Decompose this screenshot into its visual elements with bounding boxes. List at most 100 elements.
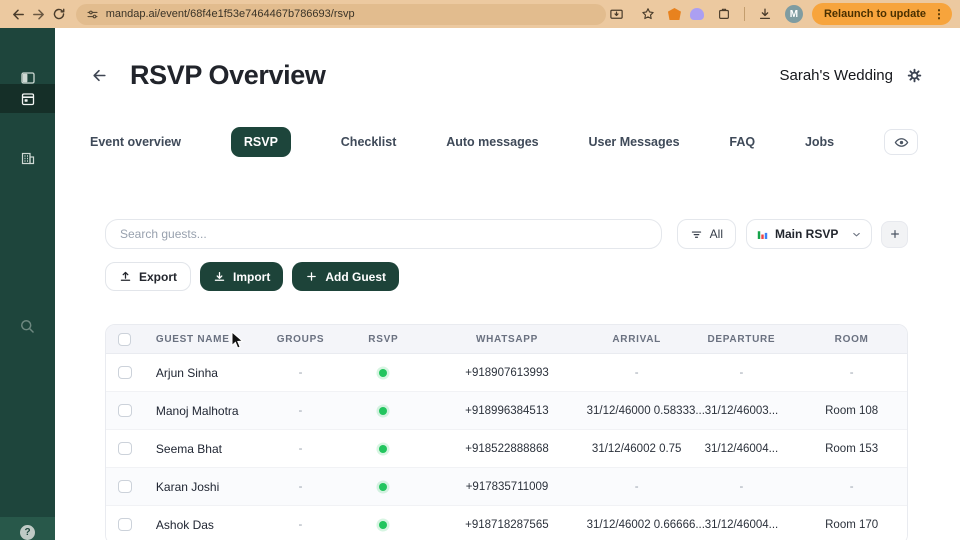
chart-icon — [757, 230, 768, 239]
export-icon — [120, 271, 131, 281]
groups-cell: - — [298, 404, 303, 417]
departure-cell: - — [739, 366, 744, 379]
col-arrival[interactable]: ARRIVAL — [587, 334, 687, 345]
rsvp-view-select[interactable]: Main RSVP — [746, 219, 872, 249]
whatsapp-cell: +918718287565 — [465, 518, 549, 531]
address-bar[interactable]: mandap.ai/event/68f4e1f53e7464467b786693… — [75, 3, 606, 25]
back-button[interactable] — [91, 67, 108, 84]
departure-cell: 31/12/46004... — [704, 518, 779, 531]
tab-auto-messages[interactable]: Auto messages — [446, 135, 538, 149]
row-checkbox[interactable] — [118, 441, 132, 456]
guest-name-cell: Karan Joshi — [155, 479, 220, 494]
plus-icon — [307, 272, 317, 281]
col-groups[interactable]: GROUPS — [262, 334, 340, 345]
table-row[interactable]: Karan Joshi - +917835711009 - - - — [106, 468, 907, 506]
page-title: RSVP Overview — [130, 60, 326, 90]
eye-icon — [894, 137, 908, 147]
filter-all-button[interactable]: All — [676, 219, 736, 249]
table-row[interactable]: Manoj Malhotra - +918996384513 31/12/460… — [106, 392, 907, 430]
table-row[interactable]: Ashok Das - +918718287565 31/12/46002 0.… — [106, 506, 907, 540]
import-icon — [214, 271, 225, 281]
row-checkbox[interactable] — [118, 479, 132, 494]
table-row[interactable]: Arjun Sinha - +918907613993 - - - — [106, 354, 907, 392]
forward-icon[interactable] — [29, 3, 50, 25]
search-icon — [21, 320, 34, 333]
preview-button[interactable] — [884, 129, 918, 155]
arrival-cell: - — [634, 366, 639, 379]
install-icon[interactable] — [606, 3, 628, 25]
settings-button[interactable] — [907, 68, 922, 83]
add-guest-button[interactable]: Add Guest — [292, 262, 400, 291]
relaunch-button[interactable]: Relaunch to update ⋮ — [811, 3, 953, 25]
tab-user-messages[interactable]: User Messages — [589, 135, 680, 149]
export-button[interactable]: Export — [105, 262, 192, 291]
browser-actions: M Relaunch to update ⋮ — [606, 3, 953, 25]
site-settings-icon[interactable] — [86, 8, 99, 21]
tab-rsvp[interactable]: RSVP — [230, 127, 291, 157]
url-text[interactable]: mandap.ai/event/68f4e1f53e7464467b786693… — [106, 8, 355, 20]
select-all-checkbox[interactable] — [118, 332, 132, 346]
table-row[interactable]: Seema Bhat - +918522888868 31/12/46002 0… — [106, 430, 907, 468]
browser-toolbar: mandap.ai/event/68f4e1f53e7464467b786693… — [0, 0, 960, 28]
relaunch-label: Relaunch to update — [823, 8, 927, 20]
groups-cell: - — [298, 366, 303, 379]
rsvp-status-dot — [379, 444, 388, 453]
tab-jobs[interactable]: Jobs — [805, 135, 834, 149]
room-cell: - — [849, 480, 854, 493]
profile-avatar[interactable]: M — [784, 5, 803, 23]
downloads-icon[interactable] — [754, 3, 776, 25]
reload-icon[interactable] — [49, 3, 70, 25]
room-cell: Room 170 — [825, 518, 879, 531]
tab-checklist[interactable]: Checklist — [341, 135, 397, 149]
action-row: Export Import Add Guest — [105, 262, 908, 291]
rsvp-cell — [339, 406, 427, 415]
row-checkbox[interactable] — [118, 403, 132, 418]
metamask-icon[interactable] — [667, 8, 681, 20]
col-room[interactable]: ROOM — [796, 334, 907, 345]
departure-cell: 31/12/46003... — [704, 404, 779, 417]
back-icon[interactable] — [8, 3, 29, 25]
row-checkbox[interactable] — [118, 365, 132, 380]
guest-name-cell: Arjun Sinha — [155, 365, 218, 380]
rsvp-view-value: Main RSVP — [775, 227, 839, 241]
guest-name-cell: Ashok Das — [155, 517, 214, 532]
filter-icon — [691, 230, 701, 238]
departure-cell: 31/12/46004... — [704, 442, 779, 455]
chevron-down-icon — [853, 232, 860, 236]
extensions-icon[interactable] — [713, 3, 735, 25]
arrival-cell: 31/12/46000 0.58333... — [586, 404, 705, 417]
table-header: GUEST NAME GROUPS RSVP WHATSAPP ARRIVAL … — [106, 325, 907, 354]
help-button[interactable]: ? — [0, 517, 55, 540]
sidebar-item-events[interactable] — [0, 84, 55, 113]
event-name: Sarah's Wedding — [779, 67, 894, 84]
import-button[interactable]: Import — [200, 262, 284, 291]
add-view-button[interactable] — [881, 220, 908, 248]
col-rsvp[interactable]: RSVP — [339, 334, 427, 345]
search-row: All Main RSVP — [105, 219, 908, 249]
room-cell: Room 153 — [825, 442, 879, 455]
col-whatsapp[interactable]: WHATSAPP — [427, 334, 587, 345]
gear-icon — [907, 68, 922, 83]
guest-table: GUEST NAME GROUPS RSVP WHATSAPP ARRIVAL … — [105, 324, 908, 540]
col-guest-name[interactable]: GUEST NAME — [144, 334, 262, 345]
kebab-menu-icon[interactable]: ⋮ — [933, 8, 945, 20]
divider — [743, 7, 745, 21]
col-departure[interactable]: DEPARTURE — [687, 334, 797, 345]
whatsapp-cell: +918996384513 — [465, 404, 549, 417]
sidebar-search[interactable] — [0, 318, 55, 335]
page-header: RSVP Overview Sarah's Wedding — [91, 60, 922, 91]
rsvp-status-dot — [379, 520, 388, 529]
whatsapp-cell: +918522888868 — [465, 442, 549, 455]
tab-event-overview[interactable]: Event overview — [90, 135, 181, 149]
departure-cell: - — [739, 480, 744, 493]
star-icon[interactable] — [637, 3, 659, 25]
row-checkbox[interactable] — [118, 517, 132, 532]
import-label: Import — [233, 269, 271, 284]
search-input[interactable] — [105, 219, 662, 249]
rsvp-cell — [339, 520, 427, 529]
tab-faq[interactable]: FAQ — [729, 135, 755, 149]
guest-name-cell: Seema Bhat — [155, 441, 222, 456]
phantom-icon[interactable] — [689, 8, 704, 20]
back-arrow-icon — [93, 69, 106, 82]
sidebar-item-organization[interactable] — [0, 150, 55, 166]
